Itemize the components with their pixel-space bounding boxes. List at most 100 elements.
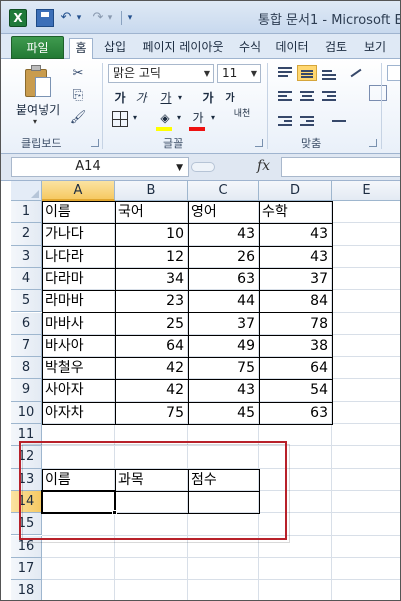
name-box[interactable]: A14 ▼ — [11, 157, 189, 177]
decrease-indent-icon[interactable] — [275, 113, 295, 129]
title-bar: X ↶ ▾ ↷ ▾ ▾ 통합 문서1 - Microsoft Excel — [1, 1, 400, 34]
score-table-border — [42, 201, 333, 425]
paste-icon[interactable] — [23, 65, 53, 99]
insert-function-icon[interactable]: fx — [257, 158, 270, 174]
undo-dropdown-icon[interactable]: ▾ — [74, 9, 84, 27]
select-all-button[interactable] — [11, 181, 42, 201]
tab-insert[interactable]: 삽입 — [100, 38, 130, 59]
excel-app-icon[interactable]: X — [9, 9, 27, 27]
number-format-select[interactable] — [387, 65, 400, 81]
font-dialog-launcher-icon[interactable] — [255, 139, 263, 147]
underline-dropdown-icon[interactable]: ▾ — [176, 89, 184, 107]
increase-indent-icon[interactable] — [297, 113, 317, 129]
formula-input[interactable] — [281, 157, 400, 177]
table-cell-border — [42, 290, 116, 314]
column-header-a[interactable]: A — [42, 181, 115, 201]
column-header-b[interactable]: B — [115, 181, 188, 201]
row-header-9[interactable]: 9 — [11, 379, 42, 402]
table-cell-border — [115, 357, 189, 381]
align-left-icon[interactable] — [275, 89, 295, 105]
row-header-1[interactable]: 1 — [11, 201, 42, 224]
shrink-font-button[interactable]: 가 — [223, 90, 237, 108]
row-header-8[interactable]: 8 — [11, 357, 42, 380]
undo-icon[interactable]: ↶ — [59, 9, 73, 27]
align-bottom-icon[interactable] — [319, 65, 339, 81]
table-cell-border — [115, 379, 189, 403]
table-cell-border — [42, 357, 116, 381]
paste-dropdown-icon[interactable]: ▾ — [33, 117, 37, 126]
align-top-icon[interactable] — [275, 65, 295, 81]
row-header-6[interactable]: 6 — [11, 312, 42, 335]
formula-bar: A14 ▼ fx — [1, 154, 400, 181]
orientation-icon[interactable] — [347, 65, 367, 81]
merge-center-icon[interactable] — [329, 113, 349, 129]
column-header-c[interactable]: C — [188, 181, 259, 201]
column-header-d[interactable]: D — [259, 181, 332, 201]
tab-home[interactable]: 홈 — [69, 38, 93, 59]
font-name-value: 맑은 고딕 — [113, 66, 161, 80]
tab-file[interactable]: 파일 — [11, 36, 64, 59]
align-center-icon[interactable] — [297, 89, 317, 105]
annotation-rectangle — [19, 441, 287, 541]
row-header-5[interactable]: 5 — [11, 290, 42, 313]
ribbon-tab-bar: 파일 홈 삽입 페이지 레이아웃 수식 데이터 검토 보기 — [1, 34, 400, 59]
row-header-7[interactable]: 7 — [11, 334, 42, 358]
font-size-select[interactable]: 11 ▼ — [217, 64, 261, 83]
tab-data[interactable]: 데이터 — [271, 38, 313, 59]
phonetic-guide-button[interactable]: 내천 — [233, 109, 251, 127]
table-cell-border — [259, 201, 333, 225]
redo-icon[interactable]: ↷ — [91, 9, 105, 27]
table-cell-border — [259, 245, 333, 269]
redo-dropdown-icon[interactable]: ▾ — [105, 9, 115, 27]
paste-button-label[interactable]: 붙여넣기 — [16, 101, 60, 118]
borders-icon[interactable] — [112, 111, 128, 127]
borders-dropdown-icon[interactable]: ▾ — [131, 109, 139, 127]
table-cell-border — [42, 201, 116, 225]
alignment-dialog-launcher-icon[interactable] — [369, 139, 377, 147]
formula-bar-splitter[interactable] — [191, 162, 215, 172]
tab-view[interactable]: 보기 — [359, 38, 391, 59]
clipboard-group-label: 클립보드 — [21, 137, 62, 150]
align-right-icon[interactable] — [319, 89, 339, 105]
clipboard-dialog-launcher-icon[interactable] — [91, 139, 99, 147]
italic-button[interactable]: 가 — [134, 89, 148, 107]
copy-icon[interactable]: ⎘ — [67, 87, 89, 105]
chevron-down-icon[interactable]: ▼ — [176, 159, 183, 177]
bold-button[interactable]: 가 — [113, 89, 127, 107]
font-color-button[interactable]: 가 — [189, 109, 207, 127]
tab-page-layout[interactable]: 페이지 레이아웃 — [137, 38, 229, 59]
table-cell-border — [188, 357, 260, 381]
tab-review[interactable]: 검토 — [320, 38, 352, 59]
grow-font-button[interactable]: 가 — [200, 89, 216, 107]
font-name-select[interactable]: 맑은 고딕 ▼ — [108, 64, 214, 83]
format-painter-icon[interactable]: 🖌 — [67, 109, 89, 127]
row-header-3[interactable]: 3 — [11, 245, 42, 268]
customize-quick-access-icon[interactable]: ▾ — [125, 9, 135, 27]
font-color-swatch — [189, 127, 205, 131]
underline-button[interactable]: 가 — [158, 89, 174, 107]
row-header-17[interactable]: 17 — [11, 557, 42, 581]
grid-hline — [42, 579, 400, 581]
table-cell-border — [188, 401, 260, 425]
font-color-dropdown-icon[interactable]: ▾ — [209, 109, 217, 127]
table-cell-border — [188, 312, 260, 336]
table-cell-border — [42, 267, 116, 292]
group-separator — [267, 63, 268, 149]
chevron-down-icon[interactable]: ▼ — [251, 65, 257, 82]
cut-icon[interactable]: ✂ — [67, 65, 89, 83]
chevron-down-icon[interactable]: ▼ — [204, 65, 210, 82]
save-icon[interactable] — [36, 9, 54, 27]
row-header-10[interactable]: 10 — [11, 401, 42, 424]
align-middle-icon[interactable] — [297, 65, 317, 81]
row-header-18[interactable]: 18 — [11, 580, 42, 600]
table-cell-border — [115, 201, 189, 225]
wrap-text-icon[interactable] — [369, 85, 387, 101]
tab-formulas[interactable]: 수식 — [236, 38, 264, 59]
fill-color-icon[interactable]: ◈ — [156, 109, 174, 127]
excel-window: X ↶ ▾ ↷ ▾ ▾ 통합 문서1 - Microsoft Excel 파일 … — [0, 0, 401, 601]
font-group-label: 글꼴 — [163, 137, 184, 150]
fill-dropdown-icon[interactable]: ▾ — [175, 109, 183, 127]
row-header-4[interactable]: 4 — [11, 267, 42, 291]
column-header-e[interactable]: E — [332, 181, 400, 201]
row-header-2[interactable]: 2 — [11, 223, 42, 246]
